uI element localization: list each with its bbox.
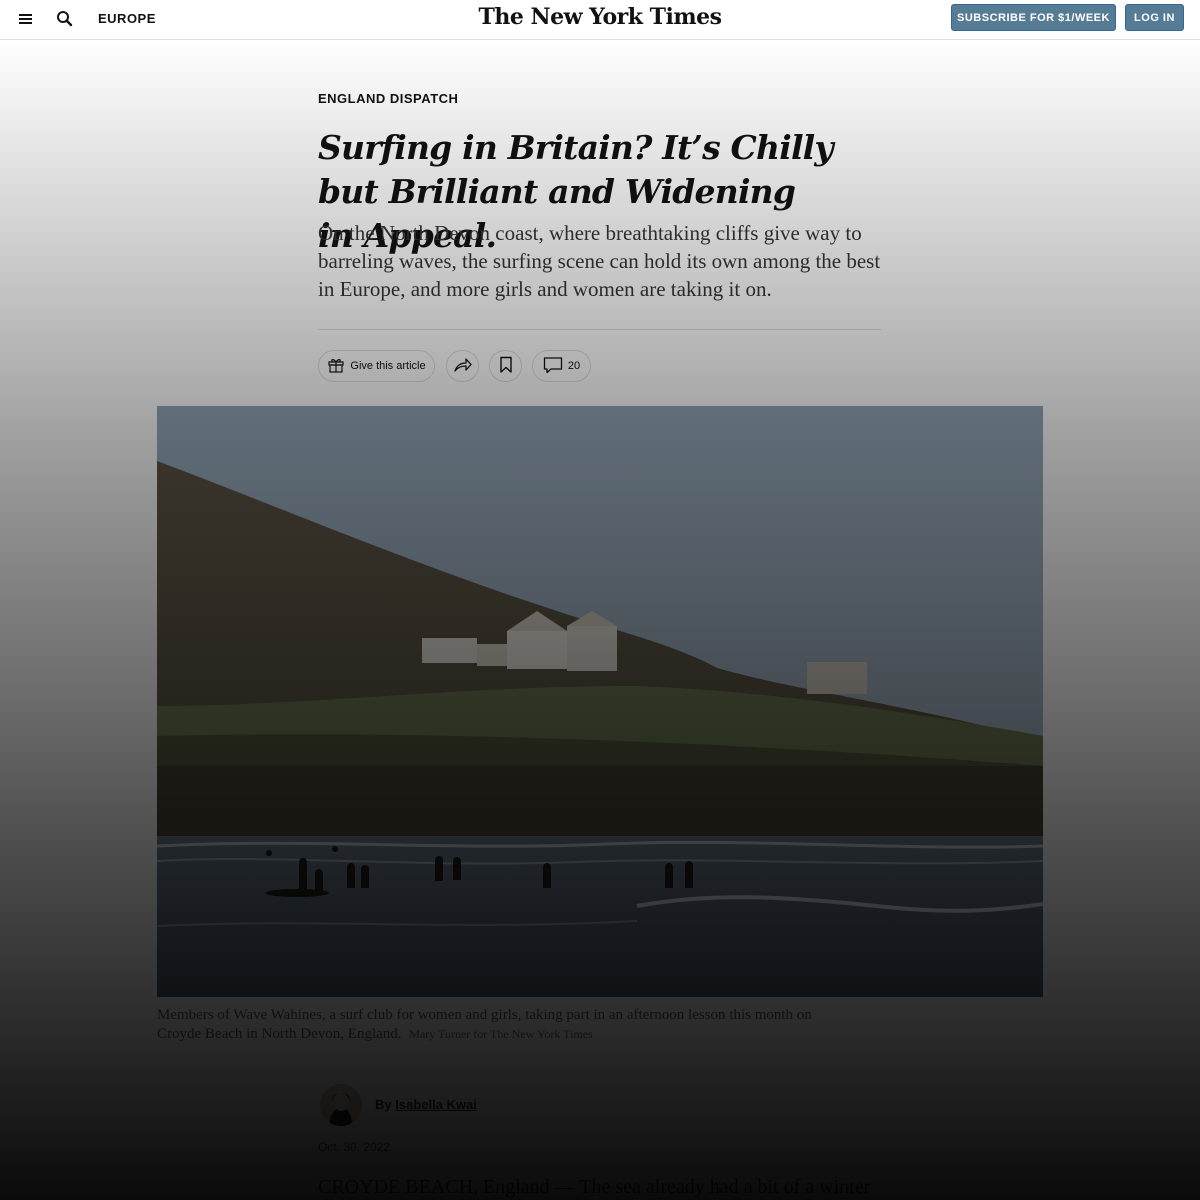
comments-button[interactable]: 20: [532, 350, 591, 382]
byline-prefix: By: [375, 1097, 392, 1112]
photo-credit: Mary Turner for The New York Times: [409, 1027, 593, 1041]
comment-count: 20: [567, 360, 581, 372]
photo-caption: Members of Wave Wahines, a surf club for…: [157, 1006, 827, 1044]
give-article-label: Give this article: [350, 360, 426, 372]
save-button[interactable]: [489, 350, 522, 382]
share-icon: [453, 356, 473, 377]
bookmark-icon: [499, 356, 513, 377]
publish-date: Oct. 30, 2022: [318, 1140, 391, 1154]
subscribe-button[interactable]: SUBSCRIBE FOR $1/WEEK: [951, 4, 1116, 31]
share-button[interactable]: [446, 350, 479, 382]
author-link[interactable]: Isabella Kwai: [395, 1097, 477, 1112]
lead-photo[interactable]: [157, 406, 1043, 997]
article-lede: CROYDE BEACH, England — The sea already …: [318, 1176, 871, 1198]
byline: By Isabella Kwai: [375, 1097, 477, 1112]
cliff-house: [807, 662, 867, 694]
header-divider: [318, 329, 881, 330]
login-button[interactable]: LOG IN: [1125, 4, 1184, 31]
article-summary: On the North Devon coast, where breathta…: [318, 221, 881, 301]
top-navigation-bar: EUROPE The New York Times SUBSCRIBE FOR …: [0, 0, 1200, 40]
author-avatar[interactable]: [320, 1084, 362, 1126]
give-article-button[interactable]: Give this article: [318, 350, 435, 382]
gift-icon: [327, 356, 345, 377]
comment-icon: [543, 356, 563, 377]
article-kicker[interactable]: ENGLAND DISPATCH: [318, 91, 458, 106]
